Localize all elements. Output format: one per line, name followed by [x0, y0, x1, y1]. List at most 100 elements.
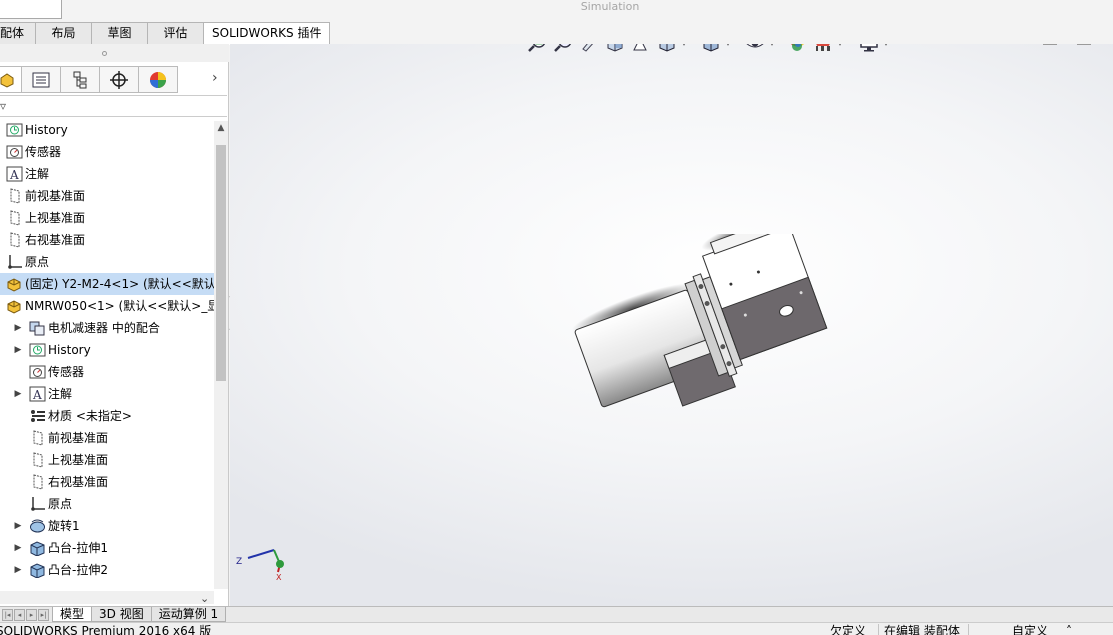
- display-manager-icon: [150, 71, 166, 88]
- tree-item-label: 右视基准面: [48, 475, 109, 489]
- section-view-icon[interactable]: [604, 44, 626, 54]
- plane-icon: [29, 452, 46, 468]
- apply-scene-icon[interactable]: [812, 44, 834, 54]
- tree-item[interactable]: 上视基准面: [0, 449, 214, 471]
- tree-item-label: 注解: [48, 387, 73, 401]
- expand-arrow-icon[interactable]: ▶: [13, 515, 23, 537]
- tree-item[interactable]: 原点: [0, 493, 214, 515]
- edit-appearance-icon[interactable]: [786, 44, 808, 54]
- apply-scene-dropdown-icon[interactable]: ▾: [838, 44, 846, 48]
- mates-icon: [29, 320, 46, 336]
- scroll-thumb[interactable]: [216, 145, 226, 381]
- tab-evaluate[interactable]: 评估: [147, 22, 204, 44]
- tree-item-label: (固定) Y2-M2-4<1> (默认<<默认: [25, 277, 214, 291]
- tree-item[interactable]: NMRW050<1> (默认<<默认>_显: [0, 295, 214, 317]
- tree-scrollbar[interactable]: ▲: [214, 121, 228, 589]
- app-version-text: SOLIDWORKS Premium 2016 x64 版: [0, 624, 212, 635]
- tab-sketch[interactable]: 草图: [91, 22, 148, 44]
- graphics-area[interactable]: ▾ ▾ ▾ ▾ ▾: [230, 44, 1113, 606]
- first-tab-icon[interactable]: |◂: [2, 608, 13, 621]
- command-search-box[interactable]: [0, 0, 62, 19]
- zoom-to-fit-icon[interactable]: [526, 44, 548, 54]
- collapse-left-icon[interactable]: [1043, 44, 1057, 45]
- expand-arrow-icon[interactable]: ▶: [13, 383, 23, 405]
- view-orientation-dropdown-icon[interactable]: ▾: [682, 44, 690, 48]
- tree-item[interactable]: ▶ 电机减速器 中的配合: [0, 317, 214, 339]
- units-status[interactable]: 自定义: [1012, 625, 1048, 635]
- feature-manager-panel: › ▿ History 传感器 A 注解 前视基准面 上视基准面 右视基准面 原点 (固定) Y…: [0, 44, 229, 606]
- plane-icon: [6, 188, 23, 204]
- expand-arrow-icon[interactable]: ▶: [13, 339, 23, 361]
- scroll-down-chevron-icon[interactable]: ⌄: [200, 592, 209, 605]
- tab-assembly[interactable]: 装配体: [0, 22, 36, 44]
- last-tab-icon[interactable]: ▸|: [38, 608, 49, 621]
- sensor-icon: [29, 364, 46, 380]
- expand-arrow-icon[interactable]: ▶: [13, 537, 23, 559]
- revolve-icon: [29, 518, 46, 534]
- tree-item[interactable]: 右视基准面: [0, 471, 214, 493]
- scroll-up-icon[interactable]: ▲: [216, 123, 226, 133]
- feature-manager-tab[interactable]: [0, 66, 22, 93]
- tree-item[interactable]: 前视基准面: [0, 185, 214, 207]
- status-bar: SOLIDWORKS Premium 2016 x64 版 欠定义 在编辑 装配…: [0, 622, 1113, 635]
- hide-show-items-icon[interactable]: [744, 44, 766, 54]
- tab-solidworks-addins[interactable]: SOLIDWORKS 插件: [203, 22, 331, 45]
- tree-item[interactable]: (固定) Y2-M2-4<1> (默认<<默认: [0, 273, 214, 295]
- tree-item-label: 电机减速器 中的配合: [48, 321, 160, 335]
- tree-item[interactable]: 上视基准面: [0, 207, 214, 229]
- tree-item[interactable]: ▶ 凸台-拉伸1: [0, 537, 214, 559]
- display-style-dropdown-icon[interactable]: ▾: [726, 44, 734, 48]
- tree-item[interactable]: ▶ A 注解: [0, 383, 214, 405]
- tree-item-label: 凸台-拉伸1: [48, 541, 108, 555]
- property-manager-icon: [32, 72, 50, 87]
- tree-item[interactable]: ▶ 旋转1: [0, 515, 214, 537]
- panel-grip[interactable]: [0, 44, 229, 62]
- collapse-right-icon[interactable]: [1077, 44, 1091, 45]
- tab-motion-study-1[interactable]: 运动算例 1: [150, 607, 227, 622]
- motor-reducer-assembly-model[interactable]: [570, 234, 850, 424]
- display-manager-tab[interactable]: [138, 66, 178, 93]
- more-tabs-chevron-icon[interactable]: ›: [212, 70, 218, 86]
- display-style-icon[interactable]: [700, 44, 722, 54]
- next-tab-icon[interactable]: ▸: [26, 608, 37, 621]
- viewport-window-controls: [1043, 44, 1113, 45]
- view-settings-icon[interactable]: [858, 44, 880, 54]
- extrude-icon: [29, 540, 46, 557]
- hide-show-dropdown-icon[interactable]: ▾: [770, 44, 778, 48]
- tree-item[interactable]: 传感器: [0, 141, 214, 163]
- previous-view-icon[interactable]: [578, 44, 600, 54]
- svg-text:A: A: [9, 168, 19, 182]
- tree-item[interactable]: ▶ History: [0, 339, 214, 361]
- zoom-to-area-icon[interactable]: [552, 44, 574, 54]
- tree-item[interactable]: 右视基准面: [0, 229, 214, 251]
- property-manager-tab[interactable]: [21, 66, 61, 93]
- prev-tab-icon[interactable]: ◂: [14, 608, 25, 621]
- tree-item[interactable]: ▶ 凸台-拉伸2: [0, 559, 214, 581]
- units-up-icon[interactable]: ˄: [1066, 625, 1072, 635]
- tab-layout[interactable]: 布局: [35, 22, 92, 44]
- tree-filter[interactable]: ▿: [0, 95, 227, 117]
- tree-item[interactable]: History: [0, 119, 214, 141]
- tree-item[interactable]: 传感器: [0, 361, 214, 383]
- tree-item-label: 旋转1: [48, 519, 80, 533]
- part-icon: [6, 276, 23, 292]
- dynamic-annotation-icon[interactable]: [630, 44, 652, 54]
- tree-horizontal-scrollbar[interactable]: [0, 591, 214, 604]
- origin-icon: [29, 496, 46, 512]
- tree-item[interactable]: 材质 <未指定>: [0, 405, 214, 427]
- command-manager-tabs: 装配体 布局 草图 评估 SOLIDWORKS 插件: [0, 22, 331, 45]
- tab-3d-views[interactable]: 3D 视图: [91, 607, 152, 622]
- view-orientation-icon[interactable]: [656, 44, 678, 54]
- bottom-tabs-bar: |◂ ◂ ▸ ▸| 模型 3D 视图 运动算例 1: [0, 606, 1113, 622]
- configuration-manager-tab[interactable]: [60, 66, 100, 93]
- view-settings-dropdown-icon[interactable]: ▾: [884, 44, 892, 48]
- dimxpert-manager-tab[interactable]: [99, 66, 139, 93]
- expand-arrow-icon[interactable]: ▶: [13, 317, 23, 339]
- tree-item[interactable]: 前视基准面: [0, 427, 214, 449]
- expand-arrow-icon[interactable]: ▶: [13, 559, 23, 581]
- tree-item[interactable]: 原点: [0, 251, 214, 273]
- tree-item[interactable]: A 注解: [0, 163, 214, 185]
- tab-model[interactable]: 模型: [52, 607, 93, 622]
- configuration-manager-icon: [73, 71, 87, 88]
- tree-item-label: 传感器: [25, 145, 62, 159]
